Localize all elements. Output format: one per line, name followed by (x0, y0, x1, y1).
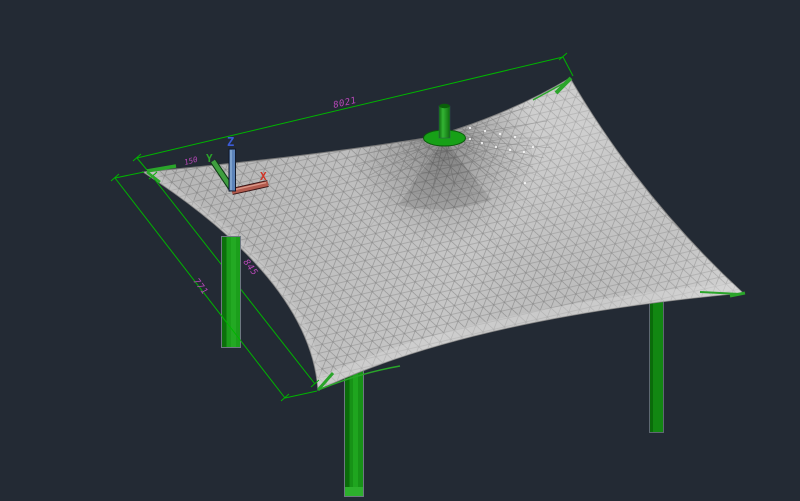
model-space-canvas[interactable]: 8021 771 845 150 Z Y X (0, 0, 800, 501)
ucs-z-label: Z (227, 135, 234, 149)
column-right-shade (650, 296, 653, 432)
mast-cap (439, 104, 450, 108)
column-left-highlight (231, 237, 236, 347)
cad-viewport[interactable]: 8021 771 845 150 Z Y X (0, 0, 800, 501)
column-center-highlight (353, 365, 358, 496)
column-left[interactable] (222, 237, 241, 348)
ucs-y-label: Y (206, 152, 213, 165)
column-right[interactable] (650, 296, 664, 433)
ucs-z-axis-highlight (230, 150, 232, 190)
column-left-shade (222, 237, 227, 347)
ucs-z-axis (229, 149, 236, 191)
column-center[interactable] (345, 365, 364, 497)
ucs-x-label: X (260, 170, 267, 183)
column-center-base (345, 487, 363, 496)
mast-shaft (439, 106, 450, 138)
column-center-shade (345, 365, 350, 496)
